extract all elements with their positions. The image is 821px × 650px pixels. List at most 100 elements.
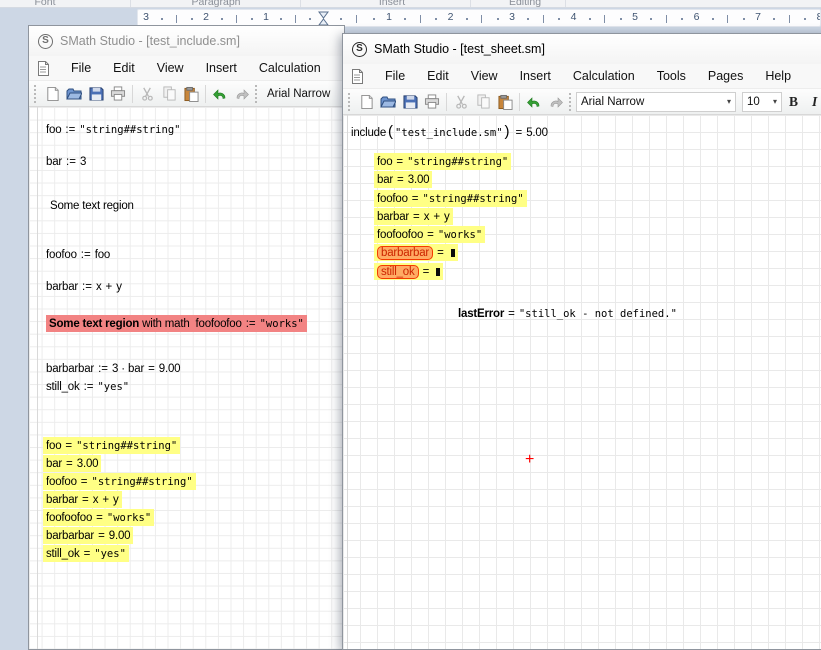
new-sheet-button[interactable]: [41, 83, 63, 105]
worksheet-canvas[interactable]: foo:="string##string"bar:=3Some text reg…: [29, 107, 344, 649]
expr-part: 3: [112, 363, 118, 375]
expr-part: =: [516, 127, 523, 139]
document-icon[interactable]: [37, 61, 50, 76]
toolbar-grip[interactable]: [569, 93, 572, 111]
undo-button[interactable]: [523, 91, 545, 113]
math-region[interactable]: barbar=x+y: [43, 491, 122, 508]
math-region[interactable]: foo:="string##string": [43, 121, 183, 138]
error-region[interactable]: still_ok=: [374, 263, 443, 280]
open-button[interactable]: [63, 83, 85, 105]
paste-button[interactable]: [180, 83, 202, 105]
font-size-combo[interactable]: 10 ▾: [742, 92, 782, 112]
ruler-number: 2: [448, 11, 454, 23]
window-title: SMath Studio - [test_sheet.sm]: [374, 42, 545, 56]
worksheet-canvas[interactable]: + include("test_include.sm")=5.00foo="st…: [343, 115, 821, 649]
menu-help[interactable]: Help: [754, 66, 802, 86]
expr-part: barbar: [46, 494, 78, 506]
math-region[interactable]: still_ok="yes": [43, 545, 129, 562]
ruler-number: 8: [817, 11, 821, 23]
text-region[interactable]: Some text region with math foofoofoo:="w…: [46, 315, 307, 332]
new-sheet-button[interactable]: [355, 91, 377, 113]
ruler-tick: [481, 15, 482, 23]
expr-part: =: [412, 193, 419, 205]
ruler-number: 1: [386, 11, 392, 23]
menu-insert[interactable]: Insert: [195, 58, 248, 78]
ribbon-group-label: Font: [34, 0, 55, 8]
expr-part: =: [82, 494, 89, 506]
math-region[interactable]: foofoo:=foo: [43, 246, 113, 263]
math-region[interactable]: barbarbar=9.00: [43, 527, 133, 544]
math-region[interactable]: foo="string##string": [43, 437, 180, 454]
expr-part: foo: [46, 440, 61, 452]
expr-part: :=: [82, 281, 92, 293]
math-region[interactable]: foofoo="string##string": [43, 473, 196, 490]
menu-insert[interactable]: Insert: [509, 66, 562, 86]
math-region[interactable]: foofoo="string##string": [374, 190, 527, 207]
ruler-tick: [435, 18, 437, 20]
italic-button[interactable]: I: [805, 94, 821, 110]
titlebar[interactable]: S SMath Studio - [test_sheet.sm]: [343, 34, 821, 64]
expr-part: "still_ok - not defined.": [519, 308, 677, 320]
math-region[interactable]: bar:=3: [43, 153, 89, 170]
expr-part: (: [388, 123, 393, 140]
print-button[interactable]: [107, 83, 129, 105]
paste-button[interactable]: [494, 91, 516, 113]
menu-tools[interactable]: Tools: [646, 66, 697, 86]
ruler-tick: [773, 18, 775, 20]
math-region[interactable]: foo="string##string": [374, 153, 511, 170]
math-region[interactable]: bar=3.00: [43, 455, 101, 472]
indent-marker-icon[interactable]: [318, 11, 329, 26]
math-region[interactable]: still_ok:="yes": [43, 378, 132, 395]
menu-file[interactable]: File: [60, 58, 102, 78]
toolbar-grip[interactable]: [348, 93, 351, 111]
cut-button[interactable]: [450, 91, 472, 113]
redo-button[interactable]: [231, 83, 253, 105]
menu-file[interactable]: File: [374, 66, 416, 86]
document-icon[interactable]: [351, 69, 364, 84]
expr-part: still_ok: [46, 381, 80, 393]
chevron-down-icon: ▾: [721, 97, 731, 106]
math-region[interactable]: bar=3.00: [374, 171, 432, 188]
menu-edit[interactable]: Edit: [416, 66, 460, 86]
expr-part: foo: [95, 249, 110, 261]
titlebar[interactable]: S SMath Studio - [test_include.sm]: [29, 26, 344, 56]
copy-button[interactable]: [472, 91, 494, 113]
toolbar-grip[interactable]: [34, 85, 37, 103]
error-region[interactable]: barbarbar=: [374, 244, 458, 261]
math-region[interactable]: lastError="still_ok - not defined.": [455, 305, 680, 322]
ruler-tick: [650, 18, 652, 20]
expr-part: "string##string": [76, 440, 177, 452]
menu-edit[interactable]: Edit: [102, 58, 146, 78]
font-name-combo[interactable]: Arial Narrow ▾: [576, 92, 736, 112]
expr-part: =: [427, 229, 434, 241]
menu-pages[interactable]: Pages: [697, 66, 754, 86]
save-button[interactable]: [85, 83, 107, 105]
ruler-number: 3: [509, 11, 515, 23]
math-region[interactable]: foofoofoo="works": [43, 509, 154, 526]
math-region[interactable]: include("test_include.sm")=5.00: [348, 124, 551, 141]
menu-view[interactable]: View: [146, 58, 195, 78]
bold-button[interactable]: B: [782, 94, 805, 110]
text-region[interactable]: Some text region: [47, 197, 137, 214]
copy-button[interactable]: [158, 83, 180, 105]
toolbar-separator: [132, 85, 133, 103]
toolbar-grip[interactable]: [255, 85, 258, 103]
math-region[interactable]: barbar:=x+y: [43, 278, 125, 295]
expr-part: =: [81, 476, 88, 488]
save-button[interactable]: [399, 91, 421, 113]
math-region[interactable]: barbar=x+y: [374, 208, 453, 225]
menu-calculation[interactable]: Calculation: [562, 66, 646, 86]
menu-view[interactable]: View: [460, 66, 509, 86]
print-button[interactable]: [421, 91, 443, 113]
undo-button[interactable]: [209, 83, 231, 105]
cut-button[interactable]: [136, 83, 158, 105]
math-region[interactable]: barbarbar:=3·bar=9.00: [43, 360, 183, 377]
expr-part: "string##string": [423, 193, 524, 205]
math-region[interactable]: foofoofoo="works": [374, 226, 485, 243]
menu-calculation[interactable]: Calculation: [248, 58, 332, 78]
font-name-combo[interactable]: Arial Narrow: [262, 88, 330, 100]
ruler-tick: [295, 15, 296, 23]
chevron-down-icon: ▾: [767, 97, 777, 106]
open-button[interactable]: [377, 91, 399, 113]
redo-button[interactable]: [545, 91, 567, 113]
